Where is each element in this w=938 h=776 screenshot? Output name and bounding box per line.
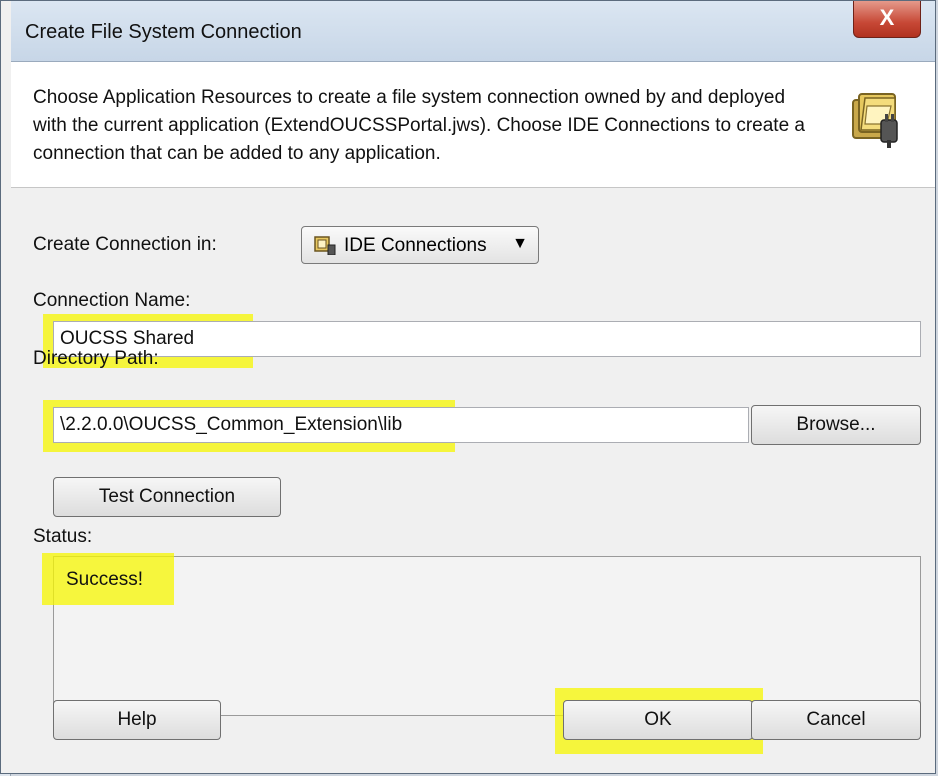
- title-bar[interactable]: Create File System Connection X: [11, 1, 935, 62]
- close-button[interactable]: X: [853, 1, 921, 38]
- header-description: Choose Application Resources to create a…: [33, 87, 805, 164]
- cancel-button[interactable]: Cancel: [751, 700, 921, 740]
- ok-button[interactable]: OK: [563, 700, 753, 740]
- dialog-header: Choose Application Resources to create a…: [11, 62, 935, 188]
- dialog-title: Create File System Connection: [25, 21, 302, 43]
- status-label: Status:: [33, 526, 93, 547]
- connection-name-label: Connection Name:: [33, 290, 191, 311]
- dialog-body: Create Connection in: IDE Connections ▼ …: [11, 188, 935, 773]
- directory-path-label: Directory Path:: [33, 348, 159, 369]
- chevron-down-icon: ▼: [512, 235, 528, 252]
- status-text: Success!: [66, 569, 144, 590]
- connection-name-input[interactable]: OUCSS Shared: [53, 321, 921, 357]
- create-in-dropdown[interactable]: IDE Connections ▼: [301, 226, 539, 264]
- browse-button[interactable]: Browse...: [751, 405, 921, 445]
- create-in-label: Create Connection in:: [33, 234, 217, 255]
- folder-connection-icon: [852, 93, 898, 148]
- help-button[interactable]: Help: [53, 700, 221, 740]
- create-in-value: IDE Connections: [344, 235, 487, 256]
- connection-icon: [314, 236, 336, 255]
- directory-path-input[interactable]: \2.2.0.0\OUCSS_Common_Extension\lib: [53, 407, 749, 443]
- test-connection-button[interactable]: Test Connection: [53, 477, 281, 517]
- status-area: Success!: [42, 553, 921, 716]
- dialog-window: Create File System Connection X Choose A…: [0, 0, 936, 774]
